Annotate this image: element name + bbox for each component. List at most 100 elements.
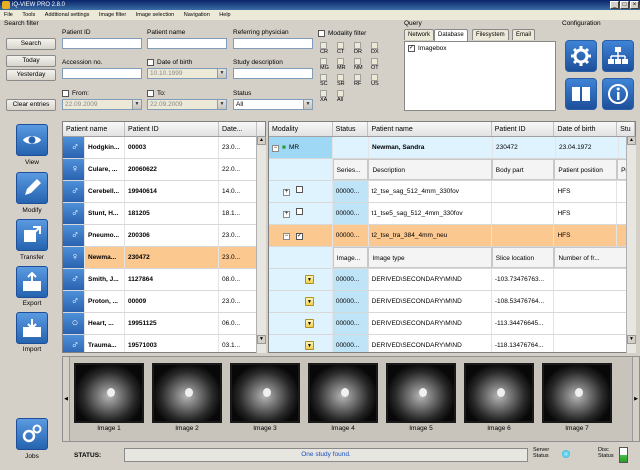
series-checkbox[interactable]	[296, 208, 303, 215]
scroll-down-arrow[interactable]: ▼	[257, 335, 266, 344]
study-description-input[interactable]	[233, 68, 313, 79]
search-button[interactable]: Search	[6, 38, 56, 50]
scroll-down-arrow[interactable]: ▼	[627, 335, 636, 344]
patient-name-input[interactable]	[147, 38, 227, 49]
modality-mg[interactable]: MG	[320, 58, 337, 71]
table-row[interactable]: ♂ Proton, ... 00009 23.0...	[63, 291, 265, 313]
menu-help[interactable]: Help	[219, 12, 230, 18]
scroll-up-arrow[interactable]: ▲	[257, 136, 266, 145]
table-row[interactable]: ♂ Stunt, H... 181205 18.1...	[63, 203, 265, 225]
table-row[interactable]: ♀ Culare, ... 20060622 22.0...	[63, 159, 265, 181]
from-checkbox[interactable]	[62, 90, 69, 97]
transfer-button[interactable]	[16, 219, 48, 251]
modality-ot[interactable]: OT	[371, 58, 388, 71]
image-node-icon[interactable]: ▼	[305, 297, 314, 306]
modality-dr[interactable]: DR	[354, 42, 371, 55]
menu-additional-settings[interactable]: Additional settings	[45, 12, 90, 18]
export-button[interactable]	[16, 266, 48, 298]
modality-all[interactable]: All	[337, 90, 354, 103]
chevron-down-icon[interactable]: ▼	[132, 100, 141, 109]
image-row[interactable]: ▼ 00000... DERIVED\SECONDARY\M\ND -118.1347…	[269, 335, 635, 352]
thumbnail[interactable]: Image 1	[74, 363, 144, 432]
modality-sc[interactable]: SC	[320, 74, 337, 87]
thumbnail[interactable]: Image 3	[230, 363, 300, 432]
modality-dx[interactable]: DX	[371, 42, 388, 55]
modality-filter-toggle[interactable]: Modality filter	[318, 30, 366, 37]
collapse-icon[interactable]: −	[283, 233, 290, 240]
thumb-scroll-left[interactable]: ◀	[63, 357, 70, 441]
table-row[interactable]: ♀ Newma... 230472 23.0...	[63, 247, 265, 269]
manual-button[interactable]	[565, 78, 597, 110]
collapse-icon[interactable]: −	[272, 145, 279, 152]
series-row[interactable]: +00000... t2_tse_sag_512_4mm_330fov HFS	[269, 181, 635, 203]
date-of-birth-toggle[interactable]: Date of birth	[147, 59, 192, 66]
checkmark-icon[interactable]: ✓	[408, 45, 415, 52]
menu-file[interactable]: File	[4, 12, 13, 18]
date-of-birth-input[interactable]: 10.10.1999 ▼	[147, 68, 227, 79]
table-row[interactable]: ♂ Trauma... 19571003 03.1...	[63, 335, 265, 352]
info-button[interactable]	[602, 78, 634, 110]
expand-icon[interactable]: +	[283, 189, 290, 196]
col-modality[interactable]: Modality	[269, 122, 333, 136]
from-date-input[interactable]: 22.09.2009 ▼	[62, 99, 142, 110]
view-button[interactable]	[16, 124, 48, 156]
modality-mr[interactable]: MR	[337, 58, 354, 71]
thumbnail[interactable]: Image 6	[464, 363, 534, 432]
tab-network[interactable]: Network	[404, 29, 435, 40]
table-row[interactable]: ♂ Hodgkin... 00003 23.0...	[63, 137, 265, 159]
date-of-birth-checkbox[interactable]	[147, 59, 154, 66]
image-row[interactable]: ▼ 00000... DERIVED\SECONDARY\M\ND -103.7347…	[269, 269, 635, 291]
table-row[interactable]: ♂ Smith, J... 1127864 08.0...	[63, 269, 265, 291]
expand-icon[interactable]: +	[283, 211, 290, 218]
maximize-button[interactable]: □	[620, 1, 629, 9]
table-row[interactable]: ♂ Cerebell... 19940614 14.0...	[63, 181, 265, 203]
menu-image-filter[interactable]: Image filter	[99, 12, 126, 18]
modality-xa[interactable]: XA	[320, 90, 337, 103]
tab-email[interactable]: Email	[512, 29, 536, 40]
thumbnail[interactable]: Image 4	[308, 363, 378, 432]
thumbnail[interactable]: Image 7	[542, 363, 612, 432]
scroll-up-arrow[interactable]: ▲	[627, 136, 636, 145]
col-study[interactable]: Stu	[617, 122, 635, 136]
col-patient-name[interactable]: Patient name	[63, 122, 125, 136]
image-node-icon[interactable]: ▼	[305, 319, 314, 328]
settings-button[interactable]	[565, 40, 597, 72]
yesterday-button[interactable]: Yesterday	[6, 69, 56, 81]
import-button[interactable]	[16, 312, 48, 344]
col-patient-id[interactable]: Patient ID	[125, 122, 219, 136]
modality-us[interactable]: US	[371, 74, 388, 87]
clear-entries-button[interactable]: Clear entries	[6, 99, 56, 111]
thumbnail[interactable]: Image 5	[386, 363, 456, 432]
to-checkbox[interactable]	[147, 90, 154, 97]
col-status[interactable]: Status	[333, 122, 369, 136]
jobs-button[interactable]	[16, 418, 48, 450]
chevron-down-icon[interactable]: ▼	[303, 100, 312, 109]
thumb-scroll-right[interactable]: ▶	[632, 357, 639, 441]
modify-button[interactable]	[16, 172, 48, 204]
col-patient-name[interactable]: Patient name	[368, 122, 492, 136]
image-row[interactable]: ▼ 00000... DERIVED\SECONDARY\M\ND -108.5347…	[269, 291, 635, 313]
query-list-item[interactable]: ✓ Imagebox	[405, 42, 555, 55]
series-row[interactable]: +00000... t1_tse5_sag_512_4mm_330fov HFS	[269, 203, 635, 225]
close-button[interactable]: ×	[630, 1, 639, 9]
study-tree-scrollbar[interactable]: ▲ ▼	[626, 136, 636, 353]
modality-ct[interactable]: CT	[337, 42, 354, 55]
study-patient-row[interactable]: − ■ MR Newman, Sandra 230472 23.04.1972	[269, 137, 635, 159]
modality-filter-checkbox[interactable]	[318, 30, 325, 37]
modality-cr[interactable]: CR	[320, 42, 337, 55]
from-toggle[interactable]: From:	[62, 90, 89, 97]
patient-list-scrollbar[interactable]: ▲ ▼	[256, 136, 266, 353]
status-select[interactable]: All ▼	[233, 99, 313, 110]
image-node-icon[interactable]: ▼	[305, 275, 314, 284]
today-button[interactable]: Today	[6, 55, 56, 67]
menu-navigation[interactable]: Navigation	[184, 12, 210, 18]
tab-filesystem[interactable]: Filesystem	[472, 29, 509, 40]
series-checkbox[interactable]: ✓	[296, 233, 303, 240]
to-toggle[interactable]: To:	[147, 90, 166, 97]
series-checkbox[interactable]	[296, 186, 303, 193]
modality-nm[interactable]: NM	[354, 58, 371, 71]
modality-rf[interactable]: RF	[354, 74, 371, 87]
series-row[interactable]: − ✓ 00000... t2_tse_tra_384_4mm_neu HFS	[269, 225, 635, 247]
tab-database[interactable]: Database	[434, 29, 468, 41]
thumbnail[interactable]: Image 2	[152, 363, 222, 432]
